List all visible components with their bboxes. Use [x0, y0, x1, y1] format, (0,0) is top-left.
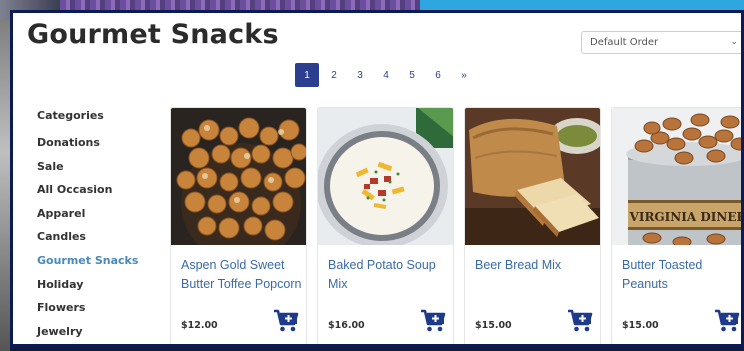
category-sidebar: Categories Donations Sale All Occasion A…: [37, 109, 167, 344]
category-gourmet-snacks[interactable]: Gourmet Snacks: [37, 254, 167, 278]
page-next-link[interactable]: »: [451, 63, 477, 87]
category-donations[interactable]: Donations: [37, 136, 167, 160]
product-name[interactable]: Beer Bread Mix: [475, 256, 597, 275]
category-candles[interactable]: Candles: [37, 230, 167, 254]
product-card[interactable]: Beer Bread Mix $15.00: [464, 107, 601, 344]
product-name[interactable]: Baked Potato Soup Mix: [328, 256, 450, 294]
potato-soup-image[interactable]: [318, 108, 453, 245]
add-to-cart-icon[interactable]: [420, 309, 446, 333]
category-apparel[interactable]: Apparel: [37, 207, 167, 231]
page-title: Gourmet Snacks: [27, 19, 279, 50]
page-link-5[interactable]: 5: [399, 63, 425, 87]
product-price: $15.00: [622, 320, 659, 331]
category-sale[interactable]: Sale: [37, 160, 167, 184]
product-price: $16.00: [328, 320, 365, 331]
category-jewelry[interactable]: Jewelry: [37, 325, 167, 344]
tin-label-text: VIRGINIA DINER: [629, 210, 744, 224]
product-card[interactable]: Aspen Gold Sweet Butter Toffee Popcorn $…: [170, 107, 307, 344]
page-link-6[interactable]: 6: [425, 63, 451, 87]
categories-heading: Categories: [37, 109, 104, 122]
page-link-2[interactable]: 2: [321, 63, 347, 87]
catalog-page: Gourmet Snacks Default Order ⌄ 1 2 3 4 5…: [10, 10, 744, 347]
product-card[interactable]: Baked Potato Soup Mix $16.00: [317, 107, 454, 344]
category-all-occasion[interactable]: All Occasion: [37, 183, 167, 207]
chevron-down-icon: ⌄: [730, 37, 738, 47]
sort-order-value: Default Order: [590, 37, 659, 48]
sort-order-select[interactable]: Default Order ⌄: [581, 31, 741, 54]
product-card[interactable]: VIRGINIA DINER Butter Toasted Peanuts $1…: [611, 107, 744, 344]
add-to-cart-icon[interactable]: [273, 309, 299, 333]
popcorn-image[interactable]: [171, 108, 306, 245]
category-flowers[interactable]: Flowers: [37, 301, 167, 325]
add-to-cart-icon[interactable]: [714, 309, 740, 333]
product-price: $12.00: [181, 320, 218, 331]
product-name[interactable]: Butter Toasted Peanuts: [622, 256, 741, 294]
product-name[interactable]: Aspen Gold Sweet Butter Toffee Popcorn: [181, 256, 303, 294]
category-holiday[interactable]: Holiday: [37, 278, 167, 302]
peanuts-tin-image[interactable]: VIRGINIA DINER: [612, 108, 744, 245]
background-left-strip: [0, 20, 10, 351]
page-link-4[interactable]: 4: [373, 63, 399, 87]
page-link-3[interactable]: 3: [347, 63, 373, 87]
beer-bread-image[interactable]: [465, 108, 600, 245]
page-link-1[interactable]: 1: [295, 63, 319, 87]
add-to-cart-icon[interactable]: [567, 309, 593, 333]
product-price: $15.00: [475, 320, 512, 331]
pagination: 1 2 3 4 5 6 »: [295, 63, 477, 87]
